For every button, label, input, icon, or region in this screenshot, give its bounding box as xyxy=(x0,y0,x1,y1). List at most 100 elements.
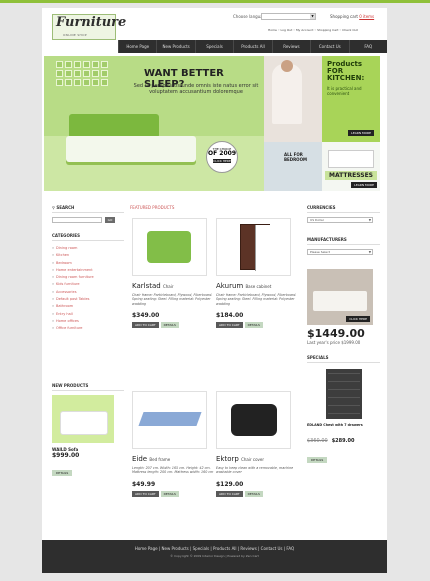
footer-copyright: © Copyright © 2009 Interior Design | Pow… xyxy=(170,554,259,558)
search-title: ⚲ SEARCH xyxy=(52,205,124,213)
logo[interactable]: Furniture ONLINE SHOP xyxy=(52,14,126,40)
product-name[interactable]: Eide xyxy=(132,455,147,463)
promo-bedroom[interactable]: ALL FOR BEDROOM xyxy=(264,142,322,191)
nav-faq[interactable]: FAQ xyxy=(348,40,387,53)
category-item[interactable]: Default post Tables xyxy=(52,296,124,304)
add-to-cart-button[interactable]: ADD TO CART xyxy=(216,322,243,329)
shopping-cart[interactable]: Shopping cart 0 items xyxy=(330,14,374,19)
badge-button[interactable]: CLICK HERE xyxy=(213,159,231,163)
specials-title: SPECIALS xyxy=(307,355,380,363)
category-item[interactable]: Home offices xyxy=(52,318,124,326)
click-here-button[interactable]: CLICK HERE xyxy=(346,316,370,322)
new-product-details[interactable]: DETAILS xyxy=(52,470,73,476)
product-image[interactable] xyxy=(216,391,291,449)
hero-banner[interactable]: WANT BETTER SLEEP? Sed ut perspiciatis u… xyxy=(44,56,264,191)
search-input[interactable] xyxy=(52,217,102,223)
product-type: Base cabinet xyxy=(245,284,272,289)
category-item[interactable]: Dining room xyxy=(52,245,124,253)
logo-tagline: ONLINE SHOP xyxy=(63,33,87,37)
search-go-button[interactable]: GO xyxy=(105,217,115,223)
woman-photo xyxy=(264,56,322,142)
product-card: Akurum Base cabinet Chair frame: Particl… xyxy=(214,218,298,373)
category-item[interactable]: Office furniture xyxy=(52,325,124,333)
dresser-image[interactable] xyxy=(325,369,362,419)
promo-kitchen-more[interactable]: LEARN MORE xyxy=(348,130,374,136)
left-sidebar: ⚲ SEARCH GO CATEGORIES Dining room Kitch… xyxy=(52,205,124,333)
nav-reviews[interactable]: Reviews xyxy=(271,40,310,53)
last-year-price: Last year's price $1999.00 xyxy=(307,340,361,345)
category-item[interactable]: Kids furniture xyxy=(52,281,124,289)
add-to-cart-button[interactable]: ADD TO CART xyxy=(216,490,243,497)
manufacturers-title: MANUFACTURERS xyxy=(307,237,380,245)
product-image[interactable] xyxy=(216,218,291,276)
choice-badge[interactable]: THE CHOICE OF 2009 CLICK HERE xyxy=(206,141,238,173)
product-image[interactable] xyxy=(132,391,207,449)
cart-label: Shopping cart xyxy=(330,14,358,19)
language-select[interactable]: ▼ xyxy=(261,13,316,20)
top-links[interactable]: Home ◦ Log Out ◦ My Account ◦ Shopping C… xyxy=(268,28,358,32)
footer-links[interactable]: Home Page | New Products | Specials | Pr… xyxy=(42,540,387,551)
product-image[interactable] xyxy=(132,218,207,276)
currencies-title: CURRENCIES xyxy=(307,205,380,213)
product-type: Chair xyxy=(162,284,174,289)
nav-contact[interactable]: Contact Us xyxy=(310,40,348,53)
cart-count[interactable]: 0 items xyxy=(359,14,374,19)
promo-bedroom-title: ALL FOR BEDROOM xyxy=(284,152,307,162)
product-card: Karlstad Chair Chair frame: Particleboar… xyxy=(130,218,214,373)
product-price: $129.00 xyxy=(216,480,244,488)
category-item[interactable]: Bathroom xyxy=(52,303,124,311)
mattress-image xyxy=(328,150,374,168)
search-title-text: SEARCH xyxy=(56,205,75,210)
product-card: Ektorp Chair cover Easy to keep clean wi… xyxy=(214,391,298,546)
product-desc: Chair frame: Particleboard, Plywood, Fib… xyxy=(132,293,213,306)
category-item[interactable]: Kitchen xyxy=(52,252,124,260)
details-button[interactable]: DETAILS xyxy=(160,322,179,329)
category-item[interactable]: Home entertainment xyxy=(52,267,124,275)
nav-new-products[interactable]: New Products xyxy=(156,40,194,53)
logo-text: Furniture xyxy=(56,15,127,30)
product-desc: Length: 207 cm. Width: 165 cm. Height: 4… xyxy=(132,466,214,475)
woman-figure xyxy=(272,60,302,124)
new-products-box: NEW PRODUCTS WAILD Sofa $999.00 DETAILS xyxy=(52,383,124,478)
product-type: Bed frame xyxy=(149,457,171,462)
wall-frames xyxy=(56,61,108,86)
nav-products-all[interactable]: Products All xyxy=(233,40,271,53)
bed-headboard xyxy=(69,114,159,138)
promo-bed-image[interactable]: CLICK HERE xyxy=(307,269,373,325)
product-price: $49.99 xyxy=(132,480,156,488)
promo-kitchen[interactable]: Products FOR KITCHEN: It is practical an… xyxy=(322,56,380,142)
details-button[interactable]: DETAILS xyxy=(160,490,179,497)
category-item[interactable]: Bedroom xyxy=(52,260,124,268)
badge-year: OF 2009 xyxy=(208,150,236,157)
special-old-price: $360.00 xyxy=(307,438,328,444)
details-button[interactable]: DETAILS xyxy=(244,322,263,329)
promo-kitchen-title: Products FOR KITCHEN: xyxy=(327,60,365,82)
add-to-cart-button[interactable]: ADD TO CART xyxy=(132,322,159,329)
right-sidebar: CURRENCIES US Dollar MANUFACTURERS Pleas… xyxy=(307,205,380,465)
bed-image xyxy=(66,136,196,162)
product-name[interactable]: Karlstad xyxy=(132,282,161,290)
nav-home[interactable]: Home Page xyxy=(118,40,156,53)
product-desc: Easy to keep clean with a removable, mac… xyxy=(216,466,294,475)
special-details[interactable]: DETAILS xyxy=(307,457,328,463)
promo-kitchen-desc: It is practical and convenient xyxy=(327,86,362,96)
main-nav: Home Page New Products Specials Products… xyxy=(118,40,387,53)
category-item[interactable]: Entry hall xyxy=(52,311,124,319)
featured-title: FEATURED PRODUCTS xyxy=(130,205,175,210)
manufacturer-select[interactable]: Please Select xyxy=(307,249,373,255)
currency-select[interactable]: US Dollar xyxy=(307,217,373,223)
nav-specials[interactable]: Specials xyxy=(194,40,233,53)
promo-mattresses[interactable]: MATTRESSES LEARN MORE xyxy=(322,142,380,191)
footer: Home Page | New Products | Specials | Pr… xyxy=(42,540,387,573)
product-name[interactable]: Akurum xyxy=(216,282,243,290)
product-price: $184.00 xyxy=(216,312,244,320)
product-name[interactable]: Ektorp xyxy=(216,455,239,463)
new-products-title: NEW PRODUCTS xyxy=(52,383,124,391)
promo-mattresses-more[interactable]: LEARN MORE xyxy=(351,182,377,188)
category-item[interactable]: Accessories xyxy=(52,289,124,297)
category-item[interactable]: Dining room furniture xyxy=(52,274,124,282)
sofa-image[interactable] xyxy=(52,395,114,443)
add-to-cart-button[interactable]: ADD TO CART xyxy=(132,490,159,497)
details-button[interactable]: DETAILS xyxy=(244,490,263,497)
special-new-price: $289.00 xyxy=(331,438,355,444)
